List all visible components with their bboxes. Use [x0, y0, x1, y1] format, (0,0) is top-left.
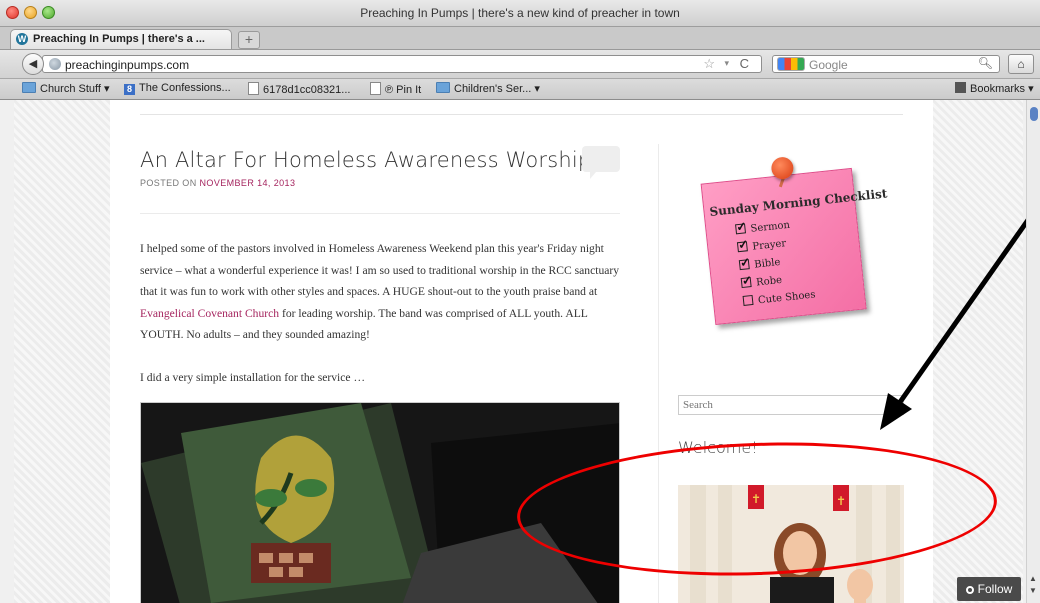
tab-preaching-in-pumps[interactable]: W Preaching In Pumps | there's a ...: [10, 29, 232, 49]
empty-box-icon: [742, 294, 754, 306]
background-pattern-left: [14, 100, 110, 603]
top-divider: [140, 114, 903, 115]
checked-box-icon: [736, 241, 748, 253]
bookmark-the-confessions[interactable]: 8 The Confessions...: [124, 82, 231, 95]
post-date-link[interactable]: NOVEMBER 14, 2013: [200, 178, 296, 188]
paragraph-1: I helped some of the pastors involved in…: [140, 242, 620, 341]
folder-icon: [22, 82, 36, 93]
google-icon: [777, 57, 805, 71]
search-bar[interactable]: Google 🔍︎: [772, 55, 1000, 73]
back-button[interactable]: ◀: [22, 53, 44, 75]
bookmarks-icon: [955, 82, 966, 93]
bookmark-church-stuff[interactable]: Church Stuff ▾: [22, 82, 110, 95]
meta-divider: [140, 213, 620, 214]
magnifier-icon[interactable]: 🔍︎: [978, 56, 993, 70]
star-icon[interactable]: ☆: [703, 56, 715, 72]
annotation-arrow-icon: [880, 208, 1038, 430]
comment-bubble-icon[interactable]: [582, 146, 620, 179]
new-tab-button[interactable]: +: [238, 31, 260, 49]
globe-icon: [49, 58, 61, 70]
folder-icon: [436, 82, 450, 93]
checked-box-icon: [738, 259, 750, 271]
checklist: Sermon Prayer Bible Robe Cute Shoes: [735, 215, 817, 312]
title-bar: Preaching In Pumps | there's a new kind …: [0, 0, 1040, 27]
checklist-sticky-note[interactable]: Sunday Morning Checklist Sermon Prayer B…: [700, 156, 888, 333]
page-icon: [248, 82, 259, 95]
page-icon: [370, 82, 381, 95]
search-engine-placeholder: Google: [809, 58, 848, 72]
tab-label: Preaching In Pumps | there's a ...: [33, 33, 205, 45]
bookmark-childrens-sermons[interactable]: Children's Ser... ▾: [436, 82, 540, 95]
follow-button[interactable]: Follow: [957, 577, 1021, 601]
window-title: Preaching In Pumps | there's a new kind …: [360, 6, 680, 20]
home-button[interactable]: ⌂: [1008, 54, 1034, 74]
bookmarks-bar: Church Stuff ▾ 8 The Confessions... 6178d…: [0, 79, 1040, 100]
url-bar[interactable]: preachinginpumps.com ☆ ▾ C: [42, 55, 762, 73]
scroll-thumb[interactable]: [1030, 107, 1038, 121]
post-meta: POSTED ON NOVEMBER 14, 2013: [140, 178, 296, 188]
paragraph-2: I did a very simple installation for the…: [140, 370, 366, 384]
bookmarks-menu[interactable]: Bookmarks ▾: [955, 82, 1034, 95]
post-body: I helped some of the pastors involved in…: [140, 238, 630, 409]
bookmark-6178d1cc[interactable]: 6178d1cc08321...: [248, 82, 350, 96]
page-viewport: An Altar For Homeless Awareness Worship …: [0, 100, 1040, 603]
checked-box-icon: [740, 277, 752, 289]
scroll-up-icon[interactable]: ▲: [1029, 574, 1037, 583]
follow-plus-icon: [965, 586, 974, 594]
navigation-bar: preachinginpumps.com ☆ ▾ C ◀ Google 🔍︎ ⌂: [0, 50, 1040, 79]
evangelical-covenant-link[interactable]: Evangelical Covenant Church: [140, 307, 279, 320]
blue-g-icon: 8: [124, 84, 135, 95]
tab-strip: W Preaching In Pumps | there's a ... +: [0, 27, 1040, 50]
checked-box-icon: [735, 223, 747, 235]
scroll-down-icon[interactable]: ▼: [1029, 586, 1037, 595]
wordpress-icon: W: [16, 33, 28, 45]
post-title[interactable]: An Altar For Homeless Awareness Worship: [140, 148, 591, 172]
history-dropdown-icon[interactable]: ▾: [724, 58, 729, 69]
reload-icon[interactable]: C: [740, 56, 749, 71]
url-text: preachinginpumps.com: [65, 58, 190, 72]
bookmark-pin-it[interactable]: ℗ Pin It: [370, 82, 421, 96]
page-scrollbar[interactable]: ▲ ▼: [1026, 100, 1040, 603]
